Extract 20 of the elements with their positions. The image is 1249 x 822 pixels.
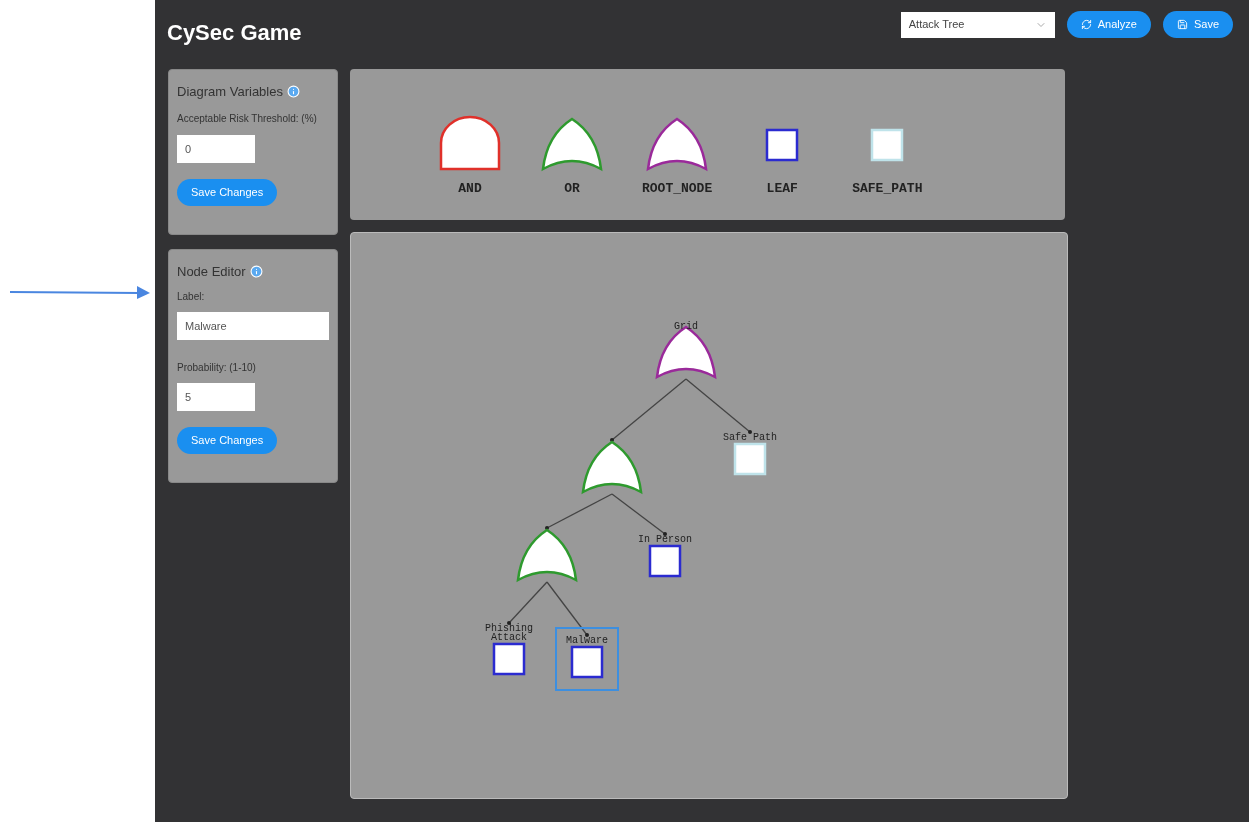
node-label: Grid [674,321,698,332]
legend-label: LEAF [766,179,798,198]
diagram-type-select[interactable]: Attack Tree [900,11,1055,38]
legend-label: AND [458,179,482,198]
legend-label: ROOT_NODE [642,179,713,198]
node-label: Phishing Attack [485,623,533,643]
label-field[interactable]: Malware [177,312,329,340]
node-label: Safe Path [723,432,777,443]
panel-title: Diagram Variables [177,83,283,101]
panel-title: Node Editor [177,262,246,281]
field-label: Label: [177,290,206,304]
legend-label: SAFE_PATH [852,179,923,198]
app-title: CySec Game [167,19,302,47]
field-label: Probability: (1-10) [177,361,257,375]
risk-threshold-field[interactable]: 0 [177,134,255,163]
legend-label: OR [564,179,580,198]
field-label: Acceptable Risk Threshold: (%) [177,111,318,126]
node-label: Malware [566,635,608,646]
node-label: In Person [638,534,692,545]
probability-field[interactable]: 5 [177,383,255,411]
